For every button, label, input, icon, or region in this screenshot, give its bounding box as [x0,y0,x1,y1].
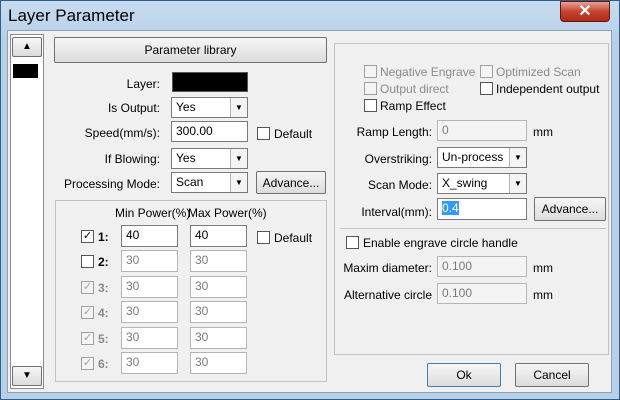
layer-list-item[interactable] [13,64,38,78]
speed-label: Speed(mm/s): [84,126,160,140]
overstriking-select[interactable]: Un-process ▼ [437,147,527,168]
alternative-circle-unit: mm [533,288,553,302]
power-row-checkbox[interactable]: ✓ [81,306,94,319]
interval-input[interactable]: 0.4 [437,198,527,220]
layer-list[interactable] [10,34,44,389]
min-power-input[interactable]: 30 [121,352,178,374]
optimized-scan-label: Optimized Scan [496,65,581,79]
if-blowing-label: If Blowing: [104,152,160,166]
negative-engrave-checkbox[interactable] [364,65,377,78]
scroll-down-button[interactable]: ▼ [12,366,42,386]
right-panel-separator [340,228,606,229]
if-blowing-value: Yes [176,151,196,165]
window-title: Layer Parameter [8,6,135,25]
speed-default-label: Default [274,127,313,141]
chevron-down-icon: ▼ [230,149,247,168]
ramp-length-input[interactable]: 0 [437,120,527,141]
chevron-down-icon: ▼ [230,98,247,117]
cancel-button[interactable]: Cancel [515,363,589,387]
is-output-value: Yes [176,100,196,114]
processing-mode-label: Processing Mode: [63,177,160,191]
layer-label: Layer: [126,77,160,91]
engrave-circle-label: Enable engrave circle handle [363,236,518,250]
overstriking-value: Un-process [442,150,504,164]
negative-engrave-label: Negative Engrave [380,65,476,79]
is-output-select[interactable]: Yes ▼ [171,97,248,118]
power-row-label: 1: [98,230,109,244]
alternative-circle-input[interactable]: 0.100 [437,283,527,304]
power-row-label: 2: [98,255,109,269]
max-power-input[interactable]: 30 [190,276,247,298]
speed-input[interactable]: 300.00 [171,121,248,142]
left-advance-button[interactable]: Advance... [256,171,326,194]
max-power-header: Max Power(%) [188,206,267,220]
max-power-input[interactable]: 30 [190,250,247,272]
power-row-label: 6: [98,357,109,371]
power-row-checkbox[interactable]: ✓ [81,281,94,294]
min-power-input[interactable]: 30 [121,276,178,298]
close-button[interactable]: ✕ [560,1,610,22]
engrave-circle-checkbox[interactable] [346,236,359,249]
is-output-label: Is Output: [107,101,160,115]
speed-default-checkbox[interactable] [257,127,270,140]
max-power-input[interactable]: 30 [190,352,247,374]
optimized-scan-checkbox[interactable] [480,65,493,78]
power-row-label: 5: [98,332,109,346]
independent-output-label: Independent output [496,82,600,96]
processing-mode-value: Scan [176,175,204,189]
right-advance-button[interactable]: Advance... [534,197,606,221]
chevron-down-icon: ▼ [509,148,526,167]
max-power-input[interactable]: 30 [190,327,247,349]
ramp-effect-label: Ramp Effect [380,99,446,113]
processing-mode-select[interactable]: Scan ▼ [171,172,248,193]
parameter-library-button[interactable]: Parameter library [54,37,327,63]
maxim-diameter-unit: mm [533,261,553,275]
layer-color-swatch[interactable] [172,72,248,92]
min-power-input[interactable]: 30 [121,327,178,349]
ramp-length-label: Ramp Length: [356,125,432,139]
ramp-effect-checkbox[interactable] [364,99,377,112]
interval-label: Interval(mm): [361,205,432,219]
power-row-checkbox[interactable]: ✓ [81,230,94,243]
scan-mode-value: X_swing [442,176,488,190]
power-row-label: 3: [98,281,109,295]
power-row-checkbox[interactable]: ✓ [81,357,94,370]
chevron-down-icon: ▼ [509,174,526,193]
scan-mode-select[interactable]: X_swing ▼ [437,173,527,194]
max-power-input[interactable]: 30 [190,301,247,323]
scroll-up-button[interactable]: ▲ [12,37,42,57]
power-row-label: 4: [98,306,109,320]
chevron-down-icon: ▼ [230,173,247,192]
min-power-input[interactable]: 30 [121,301,178,323]
if-blowing-select[interactable]: Yes ▼ [171,148,248,169]
power-row-checkbox[interactable] [81,255,94,268]
overstriking-label: Overstriking: [364,152,432,166]
min-power-input[interactable]: 30 [121,250,178,272]
power-default-label: Default [274,231,313,245]
maxim-diameter-label: Maxim diameter: [343,261,432,275]
interval-value: 0.4 [442,201,459,215]
max-power-input[interactable]: 40 [190,225,247,247]
output-direct-checkbox[interactable] [364,82,377,95]
min-power-input[interactable]: 40 [121,225,178,247]
power-row-checkbox[interactable]: ✓ [81,332,94,345]
scan-mode-label: Scan Mode: [367,178,432,192]
output-direct-label: Output direct [380,82,449,96]
min-power-header: Min Power(%) [115,206,191,220]
ok-button[interactable]: Ok [427,363,501,387]
power-default-checkbox[interactable] [257,231,270,244]
ramp-length-unit: mm [533,125,553,139]
alternative-circle-label: Alternative circle [343,288,432,302]
maxim-diameter-input[interactable]: 0.100 [437,256,527,277]
independent-output-checkbox[interactable] [480,82,493,95]
